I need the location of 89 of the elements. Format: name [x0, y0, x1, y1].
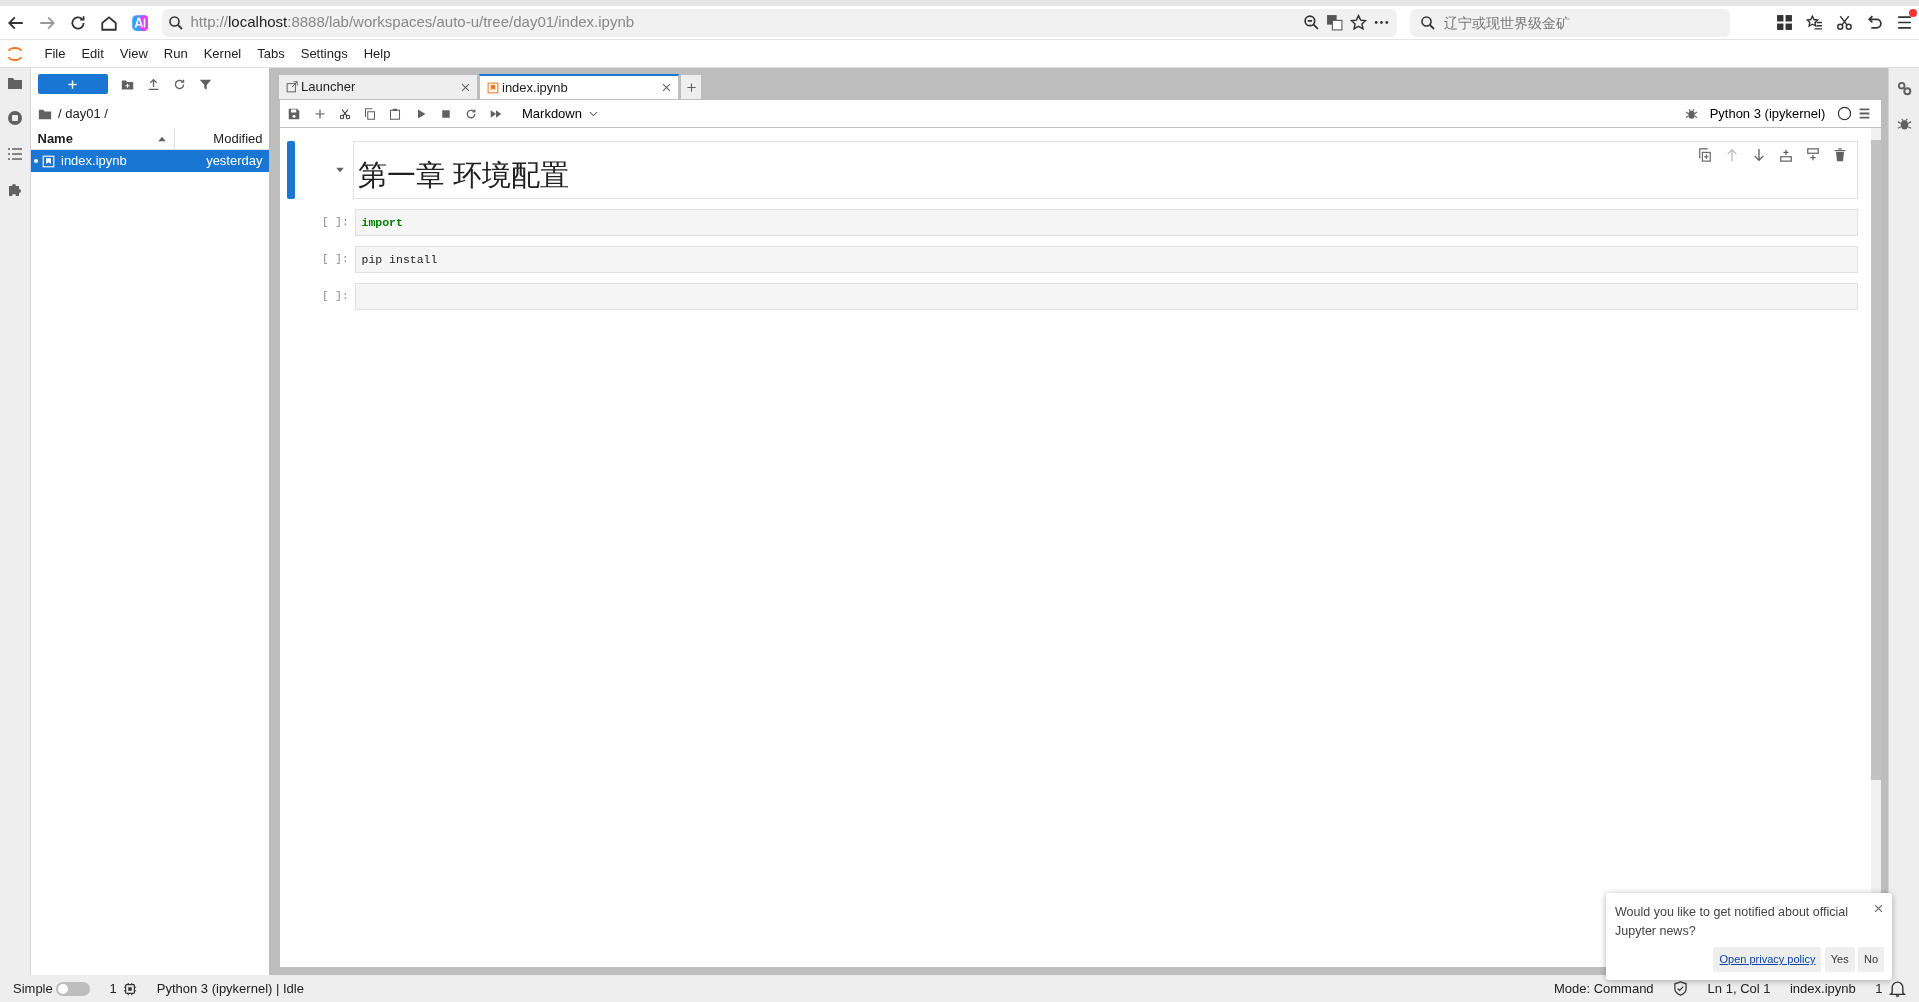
cut-icon [338, 107, 351, 120]
trust-icon [1673, 981, 1689, 996]
code-cell[interactable]: pip install [354, 246, 1858, 273]
menu-item[interactable]: Kernel [195, 43, 250, 64]
close-icon[interactable] [459, 81, 471, 93]
refresh-icon[interactable] [172, 77, 186, 91]
duplicate-icon[interactable] [1698, 148, 1712, 162]
undo-icon[interactable] [1865, 14, 1883, 31]
stop-icon[interactable] [7, 110, 23, 126]
input-prompt: [ ]: [322, 252, 349, 268]
kernel-name-button[interactable]: Python 3 (ipykernel) [1704, 107, 1831, 120]
command-mode[interactable]: Mode: Command [1553, 978, 1654, 999]
puzzle-icon[interactable] [7, 181, 23, 197]
copy-icon [364, 107, 376, 120]
terminal-count[interactable]: 1 [109, 978, 117, 999]
tab[interactable]: index.ipynb [479, 74, 680, 100]
code-cell[interactable]: import [354, 209, 1858, 236]
paste-icon [389, 107, 402, 120]
search-icon [168, 14, 184, 31]
simple-mode-toggle[interactable] [56, 981, 90, 996]
scissors-icon[interactable] [1835, 14, 1853, 31]
active-cell-bar [286, 141, 295, 199]
new-launcher-button[interactable] [37, 74, 108, 94]
chip-icon [123, 981, 138, 996]
insert-below-icon[interactable] [1806, 148, 1820, 162]
assistant-icon[interactable] [130, 13, 149, 32]
launcher-icon [285, 81, 298, 93]
menu-item[interactable]: View [111, 43, 156, 64]
close-icon[interactable] [660, 82, 672, 93]
notebook-icon [41, 154, 55, 168]
list-icon[interactable] [7, 145, 23, 162]
save-icon [288, 107, 301, 120]
file-name: index.ipynb [1790, 979, 1856, 998]
cursor-position[interactable]: Ln 1, Col 1 [1707, 978, 1771, 999]
file-modified: yesterday [206, 152, 264, 171]
search-field[interactable]: 辽宁或现世界级金矿 [1409, 8, 1730, 37]
menu-item[interactable]: Run [155, 43, 196, 64]
plus-icon [67, 78, 78, 90]
search-icon [1419, 14, 1436, 31]
stop-icon [439, 107, 452, 120]
insert-cell-icon [313, 107, 326, 120]
tab-label: Launcher [301, 78, 357, 97]
folder-icon [37, 107, 52, 121]
breadcrumb[interactable]: / day01 / [58, 104, 108, 124]
column-header[interactable]: Modified [213, 128, 263, 149]
file-row[interactable]: index.ipynb yesterday [31, 150, 269, 172]
menu-item[interactable]: Tabs [249, 43, 293, 64]
mode-label: Simple [13, 979, 53, 998]
insert-above-icon[interactable] [1779, 148, 1793, 162]
input-prompt: [ ]: [322, 215, 349, 231]
notification-count[interactable]: 1 [1875, 978, 1883, 999]
menu-item[interactable]: Help [355, 43, 399, 64]
menu-icon[interactable] [1895, 14, 1913, 31]
heading: 第一章 环境配置 [357, 158, 569, 194]
restart-icon [465, 107, 477, 120]
notebook-icon [486, 81, 499, 94]
cell-type-dropdown[interactable]: Markdown [517, 107, 605, 120]
plus-icon [685, 81, 697, 93]
menu-item[interactable]: File [36, 43, 74, 64]
menu-icon[interactable] [1858, 107, 1872, 120]
filter-icon[interactable] [198, 77, 212, 91]
new-folder-icon[interactable] [120, 77, 134, 91]
notification-button[interactable]: Yes [1824, 947, 1855, 972]
notification-button[interactable]: No [1857, 947, 1884, 972]
menu-item[interactable]: Edit [73, 43, 112, 64]
kernel-status[interactable]: Python 3 (ipykernel) | Idle [156, 978, 304, 999]
jupyter-logo-icon [6, 45, 23, 62]
privacy-policy-link[interactable]: Open privacy policy [1713, 947, 1822, 972]
kernel-idle-icon [1836, 106, 1852, 121]
code-cell[interactable] [354, 283, 1858, 310]
menu-item[interactable]: Settings [292, 43, 356, 64]
notification-message: Would you like to get notified about official Jupyter news? [1615, 904, 1850, 940]
apps-icon[interactable] [1775, 14, 1793, 31]
bell-icon[interactable] [1889, 980, 1906, 997]
zoom-out-icon[interactable] [1302, 14, 1320, 31]
upload-icon[interactable] [146, 77, 160, 91]
column-header[interactable]: Name [37, 128, 73, 149]
close-icon[interactable] [1873, 903, 1884, 914]
input-prompt: [ ]: [322, 289, 349, 305]
debugger-icon[interactable] [1685, 107, 1699, 120]
add-tab-button[interactable] [680, 74, 703, 100]
move-down-icon[interactable] [1752, 148, 1766, 162]
delete-icon[interactable] [1833, 148, 1847, 162]
file-name: index.ipynb [61, 152, 128, 171]
reload-icon[interactable] [68, 13, 87, 32]
favorites-icon[interactable] [1805, 14, 1823, 31]
star-icon[interactable] [1349, 14, 1367, 31]
tab[interactable]: Launcher [278, 74, 479, 100]
tab-label: index.ipynb [502, 78, 569, 97]
